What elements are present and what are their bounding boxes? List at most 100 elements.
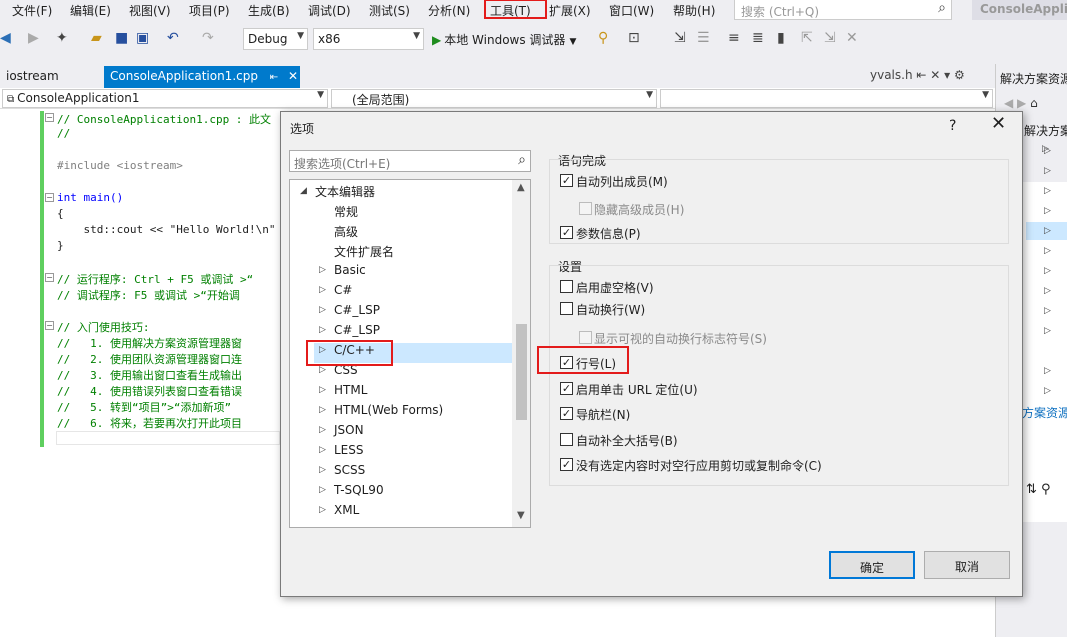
tree-item-basic[interactable]: Basic (334, 260, 366, 280)
tree-item-xml[interactable]: XML (334, 500, 359, 520)
expand-icon[interactable]: ▷ (319, 325, 326, 335)
expand-icon[interactable]: ▷ (1044, 186, 1051, 196)
uncomment-icon[interactable]: ≣ (752, 30, 764, 46)
open-file-icon[interactable]: ▰ (91, 30, 102, 46)
sol-nav-icons[interactable]: ◀ ▶ ⌂ (1004, 96, 1038, 110)
save-icon[interactable]: ■ (115, 30, 128, 46)
tree-item-scss[interactable]: SCSS (334, 460, 365, 480)
pin-icon[interactable]: ⇤ (270, 72, 278, 83)
close-button[interactable]: ✕ (991, 115, 1006, 133)
expand-icon[interactable]: ▷ (319, 445, 326, 455)
preview-tab[interactable]: yvals.h ⇤ ✕ ▾ ⚙ (870, 68, 965, 82)
new-project-icon[interactable]: ✦ (56, 30, 68, 46)
gear-icon[interactable]: ⚙ (954, 68, 965, 82)
scroll-down-icon[interactable]: ▼ (517, 510, 525, 521)
comment-icon[interactable]: ≡ (728, 30, 740, 46)
tree-item-less[interactable]: LESS (334, 440, 364, 460)
menu-extensions[interactable]: 扩展(X) (549, 2, 591, 19)
expand-icon[interactable]: ▷ (1044, 226, 1051, 236)
redo-icon[interactable]: ↷ (202, 30, 214, 46)
fold-icon[interactable]: − (45, 193, 54, 202)
scroll-up-icon[interactable]: ▲ (517, 182, 525, 193)
next-bookmark-icon[interactable]: ⇲ (824, 30, 836, 46)
close-icon[interactable]: ✕ (288, 69, 298, 83)
sol-footer-tab[interactable]: 方案资源 (1022, 404, 1067, 421)
tab-iostream[interactable]: iostream (0, 66, 65, 88)
member-dropdown[interactable]: ▼ (660, 89, 993, 108)
menu-window[interactable]: 窗口(W) (609, 2, 654, 19)
cut-copy-blank-checkbox[interactable]: ✓ (560, 458, 573, 471)
menu-debug[interactable]: 调试(D) (308, 2, 351, 19)
expand-icon[interactable]: ▷ (1044, 286, 1051, 296)
bookmark-icon[interactable]: ▮ (777, 30, 785, 46)
fold-icon[interactable]: − (45, 321, 54, 330)
tree-item-csharp[interactable]: C# (334, 280, 352, 300)
tab-consoleapplication1[interactable]: ConsoleApplication1.cpp ⇤ ✕ (104, 66, 300, 88)
expand-icon[interactable]: ▷ (319, 505, 326, 515)
navigation-bar-checkbox[interactable]: ✓ (560, 407, 573, 420)
url-navigation-checkbox[interactable]: ✓ (560, 382, 573, 395)
back-icon[interactable]: ◀ (0, 30, 11, 46)
options-search-input[interactable]: 搜索选项(Ctrl+E) ⌕ (289, 150, 531, 172)
expand-icon[interactable]: ▷ (319, 385, 326, 395)
menu-build[interactable]: 生成(B) (248, 2, 290, 19)
attach-icon[interactable]: ⚲ (598, 30, 608, 46)
parameter-info-checkbox[interactable]: ✓ (560, 226, 573, 239)
tree-item-csharp-lsp[interactable]: C#_LSP (334, 300, 380, 320)
expand-icon[interactable]: ▷ (319, 485, 326, 495)
help-button[interactable]: ? (949, 118, 956, 134)
step-icon[interactable]: ⇲ (674, 30, 686, 46)
expand-icon[interactable]: ▷ (1044, 326, 1051, 336)
tree-scrollbar[interactable]: ▲ ▼ (512, 180, 530, 527)
undo-icon[interactable]: ↶ (167, 30, 179, 46)
expand-icon[interactable]: ▷ (1044, 386, 1051, 396)
expand-icon[interactable]: ▷ (319, 365, 326, 375)
expand-icon[interactable]: ▷ (319, 465, 326, 475)
auto-brace-checkbox[interactable] (560, 433, 573, 446)
fold-icon[interactable]: − (45, 113, 54, 122)
collapse-icon[interactable]: ◢ (300, 186, 307, 196)
fold-icon[interactable]: − (45, 273, 54, 282)
project-dropdown[interactable]: ⧉ ConsoleApplication1 ▼ (2, 89, 328, 108)
auto-list-members-checkbox[interactable]: ✓ (560, 174, 573, 187)
platform-dropdown[interactable]: x86 ▼ (313, 28, 424, 50)
hide-advanced-members-checkbox[interactable] (579, 202, 592, 215)
sort-icon[interactable]: ⇅ ⚲ (1026, 482, 1051, 497)
quick-launch-search[interactable]: 搜索 (Ctrl+Q) ⌕ (734, 0, 952, 20)
ok-button[interactable]: 确定 (829, 551, 915, 579)
tree-item-html[interactable]: HTML (334, 380, 367, 400)
menu-analyze[interactable]: 分析(N) (428, 2, 470, 19)
home-icon[interactable]: ⌂ (1030, 96, 1038, 110)
scope-dropdown[interactable]: (全局范围) ▼ (331, 89, 657, 108)
expand-icon[interactable]: ▷ (319, 425, 326, 435)
tree-item-advanced[interactable]: 高级 (334, 220, 358, 240)
close-icon[interactable]: ✕ (930, 68, 940, 82)
tree-item-general[interactable]: 常规 (334, 200, 358, 220)
expand-icon[interactable]: ▷ (319, 285, 326, 295)
virtual-space-checkbox[interactable] (560, 280, 573, 293)
expand-icon[interactable]: ▷ (319, 305, 326, 315)
menu-edit[interactable]: 编辑(E) (70, 2, 111, 19)
config-dropdown[interactable]: Debug ▼ (243, 28, 308, 50)
expand-icon[interactable]: ▷ (1044, 206, 1051, 216)
tree-item-file-extension[interactable]: 文件扩展名 (334, 240, 394, 260)
menu-view[interactable]: 视图(V) (129, 2, 171, 19)
expand-icon[interactable]: ▷ (1044, 146, 1051, 156)
expand-icon[interactable]: ▷ (1044, 166, 1051, 176)
browser-icon[interactable]: ⊡ (628, 30, 640, 46)
scroll-thumb[interactable] (516, 324, 527, 420)
menu-test[interactable]: 测试(S) (369, 2, 410, 19)
forward-icon[interactable]: ▶ (28, 30, 39, 46)
expand-icon[interactable]: ▷ (1044, 366, 1051, 376)
menu-project[interactable]: 项目(P) (189, 2, 230, 19)
wrap-glyphs-checkbox[interactable] (579, 331, 592, 344)
chevron-down-icon[interactable]: ▾ (944, 68, 950, 82)
align-icon[interactable]: ☰ (697, 30, 710, 46)
menu-file[interactable]: 文件(F) (12, 2, 52, 19)
tree-item-html-webforms[interactable]: HTML(Web Forms) (334, 400, 443, 420)
expand-icon[interactable]: ▷ (1044, 246, 1051, 256)
cancel-button[interactable]: 取消 (924, 551, 1010, 579)
start-debugging-button[interactable]: ▶ 本地 Windows 调试器 ▼ (432, 31, 576, 48)
tree-item-csharp-lsp-2[interactable]: C#_LSP (334, 320, 380, 340)
tree-item-tsql90[interactable]: T-SQL90 (334, 480, 384, 500)
